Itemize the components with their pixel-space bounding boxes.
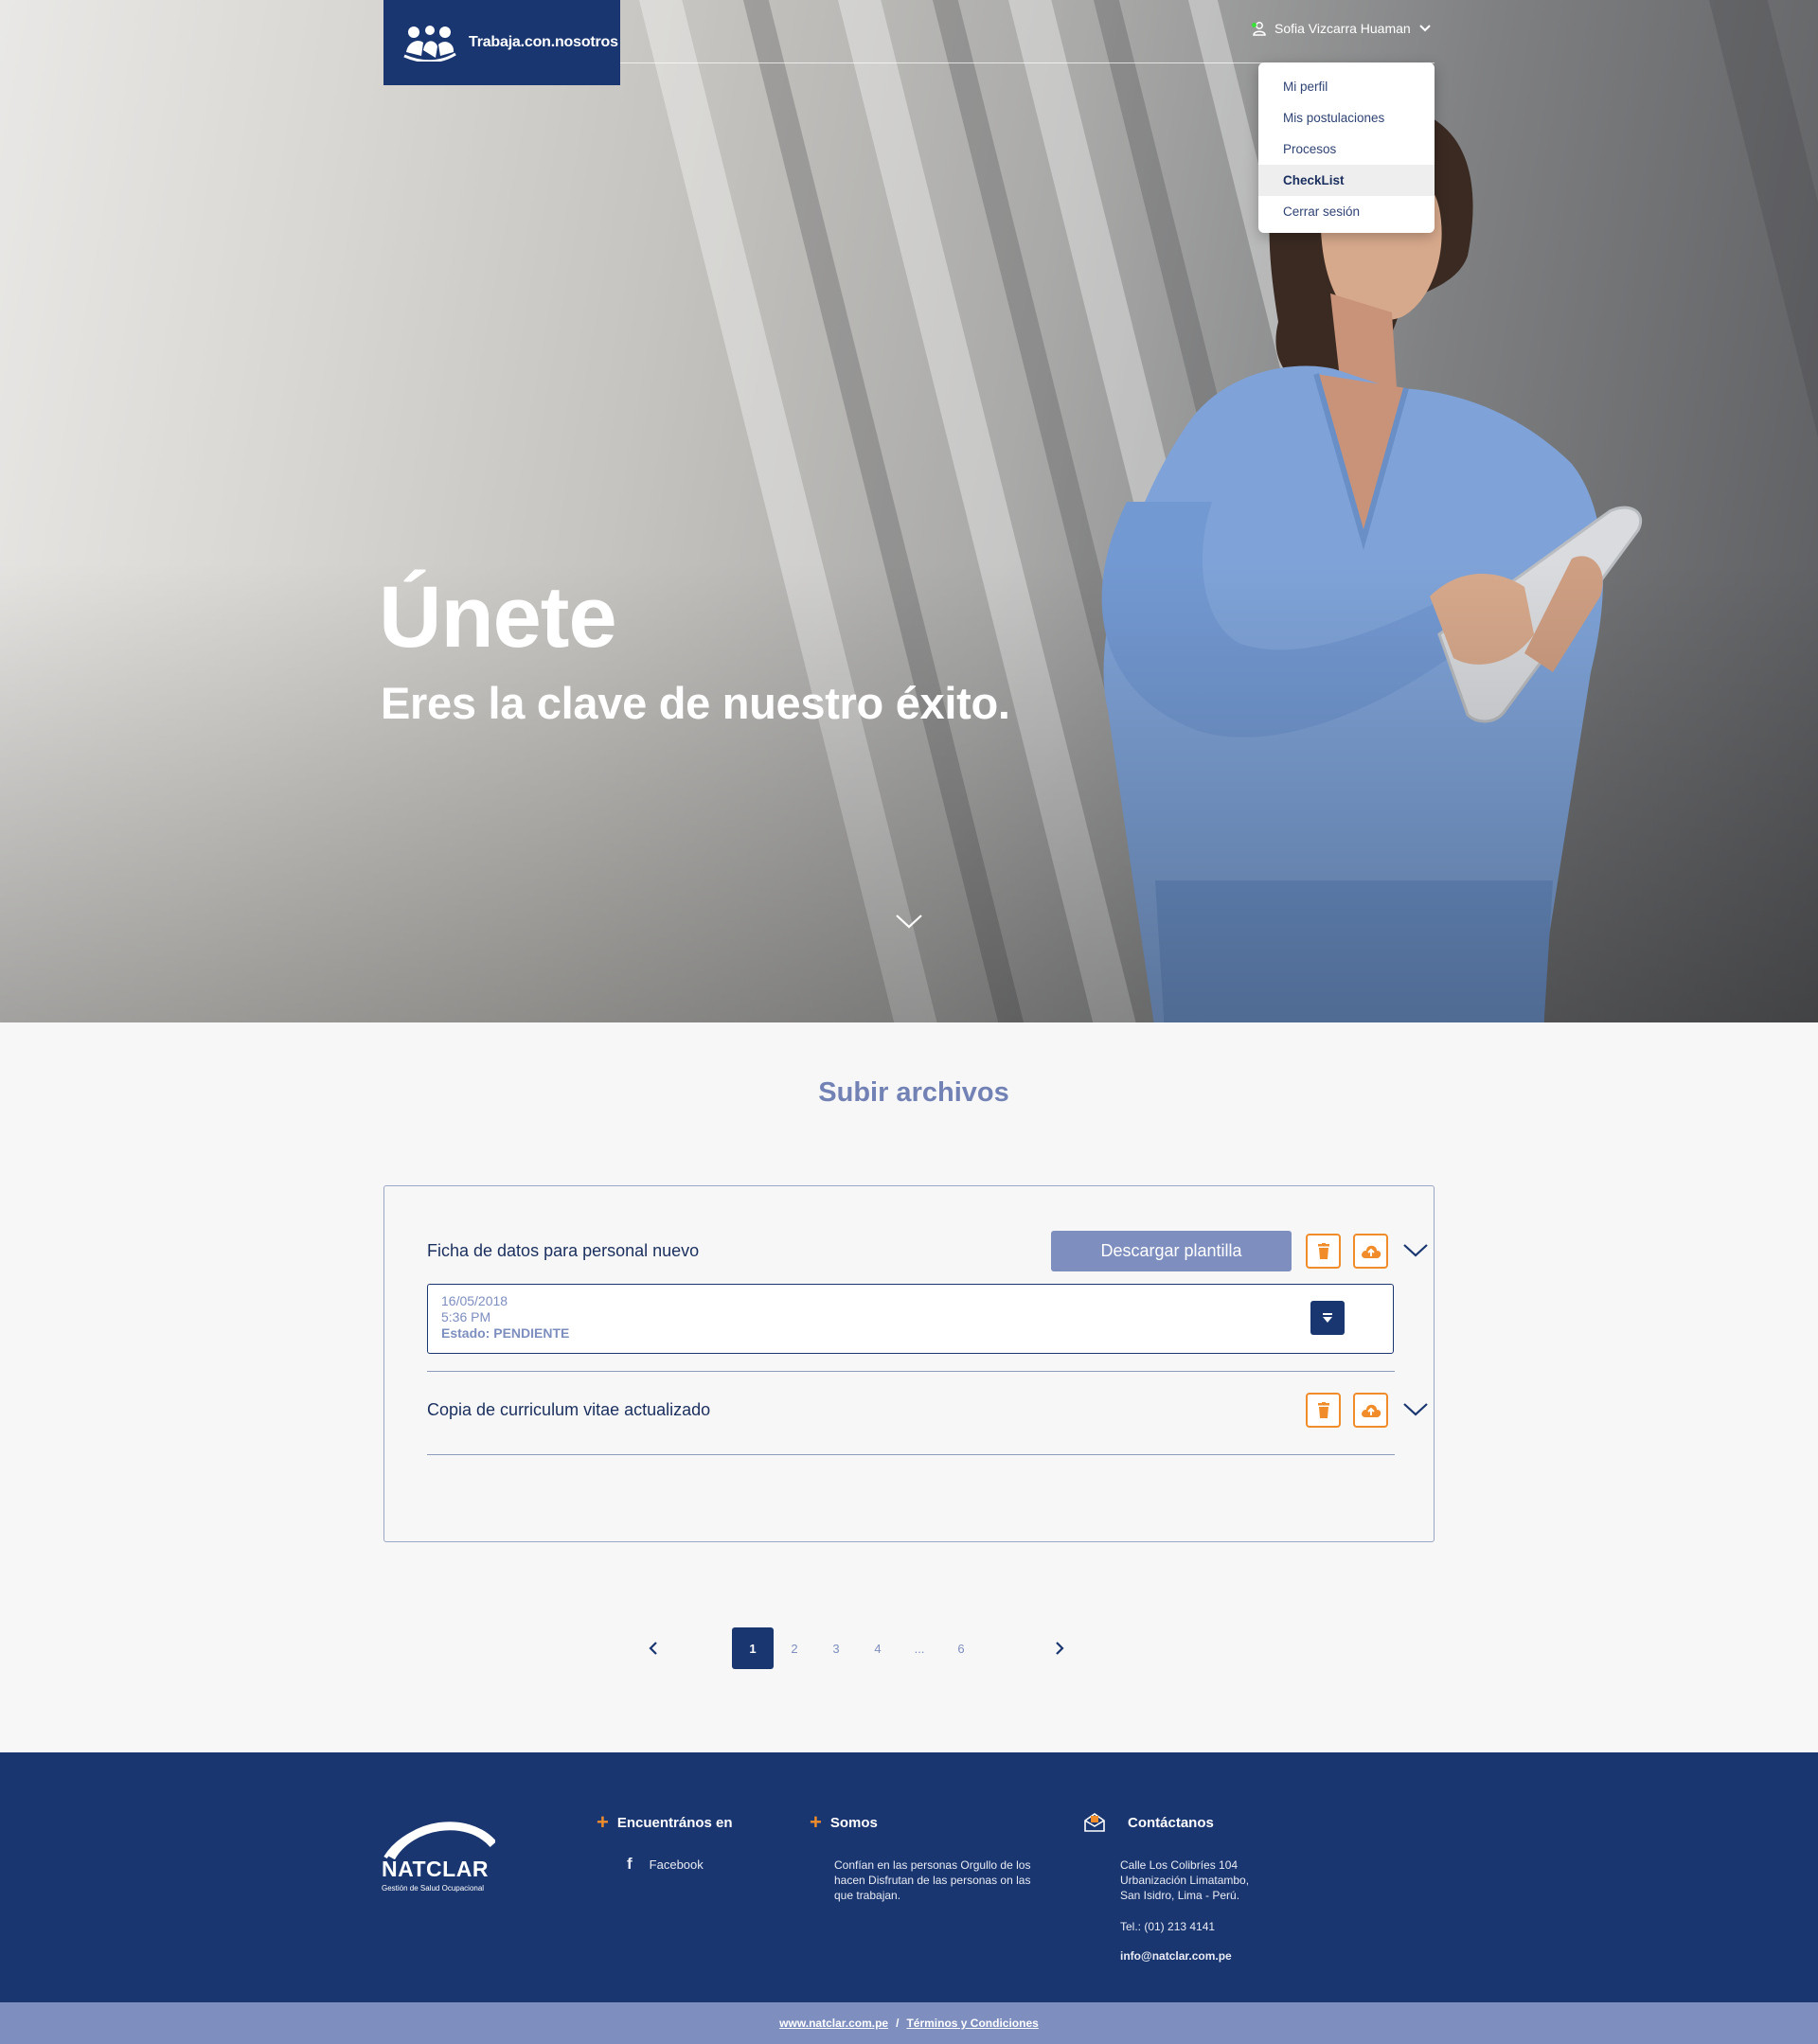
document-label: Copia de curriculum vitae actualizado bbox=[427, 1400, 711, 1419]
logo-text: Trabaja.con.nosotros bbox=[469, 34, 618, 50]
facebook-link[interactable]: f Facebook bbox=[627, 1855, 704, 1874]
hero-title: Únete bbox=[379, 569, 617, 666]
download-template-button[interactable]: Descargar plantilla bbox=[1051, 1231, 1292, 1271]
file-status: Estado: PENDIENTE bbox=[441, 1325, 570, 1341]
user-menu-toggle[interactable]: Sofia Vizcarra Huaman bbox=[1252, 21, 1432, 36]
plus-icon: + bbox=[597, 1810, 609, 1834]
delete-button[interactable] bbox=[1306, 1234, 1341, 1269]
trash-icon bbox=[1317, 1242, 1329, 1259]
page-ellipsis: ... bbox=[914, 1641, 925, 1656]
online-status-dot bbox=[1252, 23, 1257, 27]
menu-item-cerrar-sesion[interactable]: Cerrar sesión bbox=[1258, 196, 1435, 227]
filter-down-icon bbox=[1323, 1313, 1332, 1323]
expand-chevron-icon[interactable] bbox=[1402, 1243, 1429, 1258]
cloud-upload-icon bbox=[1361, 1245, 1381, 1258]
menu-item-procesos[interactable]: Procesos bbox=[1258, 133, 1435, 165]
user-name: Sofia Vizcarra Huaman bbox=[1274, 21, 1411, 36]
plus-icon: + bbox=[810, 1810, 822, 1834]
footer-bottom-bar: www.natclar.com.pe / Términos y Condicio… bbox=[0, 2002, 1818, 2044]
menu-item-mis-postulaciones[interactable]: Mis postulaciones bbox=[1258, 102, 1435, 133]
next-page-icon[interactable] bbox=[1053, 1641, 1066, 1656]
previous-page-icon[interactable] bbox=[647, 1641, 660, 1656]
section-title: Subir archivos bbox=[818, 1077, 1009, 1108]
footer-contact-heading: Contáctanos bbox=[1083, 1812, 1214, 1833]
page-button[interactable]: 4 bbox=[857, 1627, 899, 1669]
hero-banner: Trabaja.con.nosotros Sofia Vizcarra Huam… bbox=[0, 0, 1818, 1022]
menu-item-checklist[interactable]: CheckList bbox=[1258, 165, 1435, 196]
row-divider bbox=[427, 1454, 1395, 1455]
expand-chevron-icon[interactable] bbox=[1402, 1402, 1429, 1417]
trash-icon bbox=[1317, 1401, 1329, 1418]
cloud-upload-icon bbox=[1361, 1404, 1381, 1417]
website-link[interactable]: www.natclar.com.pe bbox=[779, 2017, 888, 2030]
menu-item-mi-perfil[interactable]: Mi perfil bbox=[1258, 71, 1435, 102]
people-logo-icon bbox=[403, 26, 456, 62]
upload-button[interactable] bbox=[1353, 1234, 1388, 1269]
footer-about-title: Somos bbox=[829, 1814, 878, 1831]
user-dropdown-menu: Mi perfil Mis postulaciones Procesos Che… bbox=[1258, 62, 1435, 233]
footer: NATCLAR Gestión de Salud Ocupacional + E… bbox=[0, 1752, 1818, 2002]
natclar-arc-logo bbox=[383, 1822, 495, 1859]
document-row: Copia de curriculum vitae actualizado bbox=[427, 1372, 1428, 1455]
facebook-label: Facebook bbox=[649, 1857, 704, 1872]
footer-email[interactable]: info@natclar.com.pe bbox=[1120, 1948, 1232, 1964]
file-time: 5:36 PM bbox=[441, 1309, 491, 1324]
footer-contact-title: Contáctanos bbox=[1128, 1814, 1214, 1831]
footer-address: Calle Los Colibríes 104 Urbanización Lim… bbox=[1120, 1858, 1250, 1902]
file-date: 16/05/2018 bbox=[441, 1293, 508, 1308]
upload-button[interactable] bbox=[1353, 1393, 1388, 1428]
upload-card: Ficha de datos para personal nuevo Desca… bbox=[383, 1185, 1435, 1542]
file-options-button[interactable] bbox=[1310, 1301, 1345, 1335]
document-row: Ficha de datos para personal nuevo Desca… bbox=[427, 1186, 1428, 1290]
footer-separator: / bbox=[896, 2017, 900, 2030]
scroll-down-chevron-icon[interactable] bbox=[895, 913, 923, 930]
facebook-icon: f bbox=[627, 1855, 633, 1873]
site-logo[interactable]: Trabaja.con.nosotros bbox=[383, 0, 620, 85]
footer-phone: Tel.: (01) 213 4141 bbox=[1120, 1920, 1216, 1933]
page: Trabaja.con.nosotros Sofia Vizcarra Huam… bbox=[0, 0, 1818, 2044]
footer-about-text: Confían en las personas Orgullo de los h… bbox=[834, 1858, 1031, 1902]
footer-find-us-heading: + Encuentrános en bbox=[597, 1812, 733, 1833]
chevron-down-icon bbox=[1418, 25, 1431, 32]
page-button[interactable]: 3 bbox=[815, 1627, 857, 1669]
footer-about-heading: + Somos bbox=[810, 1812, 878, 1833]
envelope-icon bbox=[1084, 1813, 1105, 1832]
hero-subtitle: Eres la clave de nuestro éxito. bbox=[381, 678, 1010, 728]
page-button[interactable]: 2 bbox=[774, 1627, 815, 1669]
page-button[interactable]: 6 bbox=[940, 1627, 982, 1669]
uploaded-file-entry: 16/05/2018 5:36 PM Estado: PENDIENTE bbox=[427, 1284, 1394, 1354]
terms-link[interactable]: Términos y Condiciones bbox=[906, 2017, 1038, 2030]
page-button[interactable]: 1 bbox=[732, 1627, 774, 1669]
footer-find-us-title: Encuentrános en bbox=[616, 1814, 733, 1831]
footer-brand: NATCLAR bbox=[382, 1857, 489, 1881]
footer-brand-subtitle: Gestión de Salud Ocupacional bbox=[382, 1884, 485, 1893]
delete-button[interactable] bbox=[1306, 1393, 1341, 1428]
document-label: Ficha de datos para personal nuevo bbox=[427, 1241, 700, 1260]
